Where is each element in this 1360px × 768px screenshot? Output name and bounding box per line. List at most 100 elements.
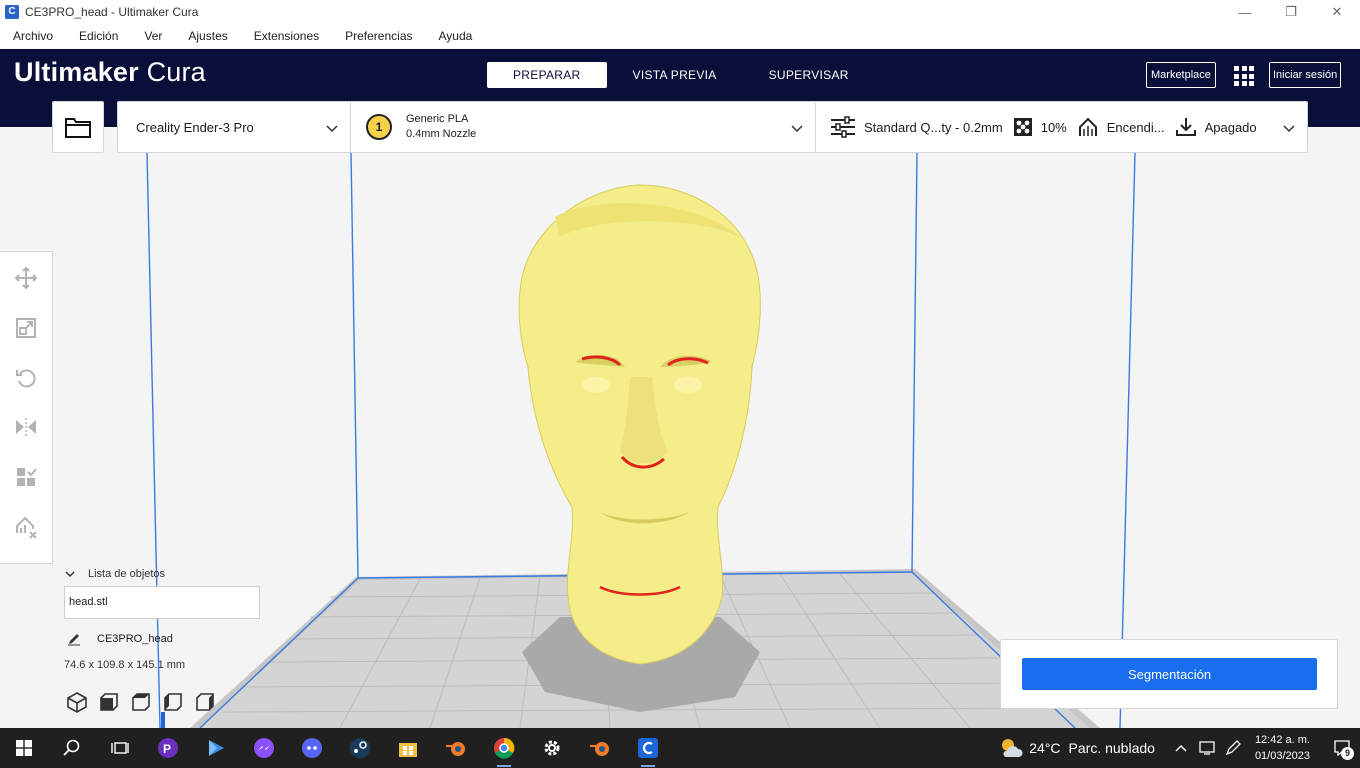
rotate-icon	[16, 369, 36, 388]
infill-value: 10%	[1040, 119, 1067, 135]
gear-icon	[544, 740, 560, 756]
steam-app-icon	[350, 738, 370, 758]
right-view-icon[interactable]	[194, 691, 216, 713]
windows-logo-icon	[16, 740, 32, 756]
per-model-settings-button[interactable]	[11, 463, 41, 491]
move-tool-button[interactable]	[11, 264, 41, 292]
tab-vista-previa[interactable]: VISTA PREVIA	[607, 62, 743, 88]
weather-widget[interactable]: 24°C Parc. nublado	[999, 737, 1155, 759]
support-blocker-icon	[16, 516, 37, 539]
signin-button[interactable]: Iniciar sesión	[1269, 62, 1342, 88]
menu-extensiones[interactable]: Extensiones	[254, 29, 319, 43]
mirror-icon	[16, 418, 36, 437]
taskbar-app-messenger[interactable]	[240, 728, 288, 768]
taskbar-app-steam[interactable]	[336, 728, 384, 768]
chevron-up-icon	[1175, 744, 1187, 752]
action-panel: Segmentación	[1000, 639, 1338, 709]
adhesion-icon	[1175, 118, 1196, 136]
material-name: Generic PLA	[406, 113, 469, 125]
cura-app-icon	[638, 738, 658, 758]
marketplace-button[interactable]: Marketplace	[1146, 62, 1216, 88]
apps-grid-icon[interactable]	[1234, 66, 1254, 86]
minimize-button[interactable]: —	[1222, 0, 1268, 24]
windows-taskbar: P 24°C Parc. nublado 12:42 a. m. 01/03/2…	[0, 728, 1360, 768]
ultimaker-cura-logo: Ultimaker Cura	[14, 57, 206, 88]
taskbar-app-clipchamp[interactable]	[192, 728, 240, 768]
task-view-icon	[111, 742, 129, 754]
tab-preparar[interactable]: PREPARAR	[487, 62, 607, 88]
messenger-app-icon	[254, 738, 274, 758]
partly-cloudy-icon	[1002, 739, 1023, 757]
start-button[interactable]	[0, 728, 48, 768]
pen-icon	[1225, 740, 1241, 756]
model-dimensions: 74.6 x 109.8 x 145.1 mm	[64, 659, 186, 671]
job-name-row[interactable]: CE3PRO_head	[64, 632, 264, 646]
notification-center-button[interactable]: 9	[1324, 728, 1360, 768]
taskbar-app-blender-2[interactable]	[576, 728, 624, 768]
printer-selector[interactable]: Creality Ender-3 Pro	[118, 102, 351, 152]
per-model-settings-icon	[17, 468, 37, 487]
menu-edicion[interactable]: Edición	[79, 29, 118, 43]
cura-app-icon: C	[5, 5, 19, 19]
3d-view-icon[interactable]	[66, 691, 88, 713]
close-button[interactable]: ✕	[1314, 0, 1360, 24]
profile-label: Standard Q...ty - 0.2mm	[864, 119, 1003, 135]
folder-icon	[65, 118, 91, 138]
show-hidden-icons-button[interactable]	[1169, 728, 1193, 768]
display-icon	[1199, 741, 1215, 755]
rotate-tool-button[interactable]	[11, 364, 41, 392]
taskbar-app-store[interactable]	[384, 728, 432, 768]
support-blocker-button[interactable]	[11, 513, 41, 541]
tab-supervisar[interactable]: SUPERVISAR	[743, 62, 875, 88]
mirror-tool-button[interactable]	[11, 413, 41, 441]
tray-display-icon[interactable]	[1195, 728, 1219, 768]
printer-name: Creality Ender-3 Pro	[136, 119, 254, 135]
menu-preferencias[interactable]: Preferencias	[345, 29, 412, 43]
weather-temperature: 24°C	[1029, 740, 1061, 756]
menu-archivo[interactable]: Archivo	[13, 29, 53, 43]
svg-text:P: P	[163, 742, 171, 756]
menu-ver[interactable]: Ver	[144, 29, 162, 43]
weather-description: Parc. nublado	[1068, 740, 1155, 756]
support-icon	[1078, 117, 1097, 136]
nozzle-size: 0.4mm Nozzle	[406, 128, 477, 140]
tray-pen-icon[interactable]	[1221, 728, 1245, 768]
chrome-app-icon	[494, 737, 515, 759]
taskbar-app-chrome[interactable]	[480, 728, 528, 768]
taskbar-app-settings[interactable]	[528, 728, 576, 768]
logo-light: Cura	[146, 57, 206, 87]
object-list-panel: Lista de objetos head.stl CE3PRO_head 74…	[64, 568, 264, 671]
material-selector[interactable]: 1 Generic PLA 0.4mm Nozzle	[351, 102, 816, 152]
taskbar-clock[interactable]: 12:42 a. m. 01/03/2023	[1255, 732, 1310, 764]
open-file-button[interactable]	[52, 101, 104, 153]
slice-button[interactable]: Segmentación	[1022, 658, 1317, 690]
menu-ajustes[interactable]: Ajustes	[188, 29, 227, 43]
taskbar-app-premiere[interactable]: P	[144, 728, 192, 768]
taskbar-app-blender[interactable]	[432, 728, 480, 768]
restore-button[interactable]: ❐	[1268, 0, 1314, 24]
blender-app-icon	[590, 742, 609, 756]
object-list-box: head.stl	[64, 586, 260, 619]
front-view-icon[interactable]	[98, 691, 120, 713]
menu-ayuda[interactable]: Ayuda	[439, 29, 473, 43]
top-view-icon[interactable]	[130, 691, 152, 713]
task-view-button[interactable]	[96, 728, 144, 768]
print-settings-selector[interactable]: Standard Q...ty - 0.2mm 10% Encendi... A…	[816, 102, 1307, 152]
clock-time: 12:42 a. m.	[1254, 734, 1310, 746]
infill-icon	[1013, 118, 1032, 136]
scale-icon	[16, 317, 36, 338]
list-item[interactable]: head.stl	[69, 596, 255, 608]
object-list-header[interactable]: Lista de objetos	[64, 568, 264, 580]
clock-date: 01/03/2023	[1254, 750, 1310, 762]
store-app-icon	[399, 743, 417, 757]
taskbar-app-cura[interactable]	[624, 728, 672, 768]
taskbar-app-discord[interactable]	[288, 728, 336, 768]
logo-bold: Ultimaker	[14, 57, 139, 87]
view-orientation-buttons	[66, 691, 226, 713]
taskbar-search[interactable]	[48, 728, 96, 768]
scale-tool-button[interactable]	[11, 314, 41, 342]
left-view-icon[interactable]	[162, 691, 184, 713]
discord-app-icon	[302, 738, 322, 758]
job-name: CE3PRO_head	[97, 633, 173, 645]
object-list-title: Lista de objetos	[88, 568, 166, 580]
